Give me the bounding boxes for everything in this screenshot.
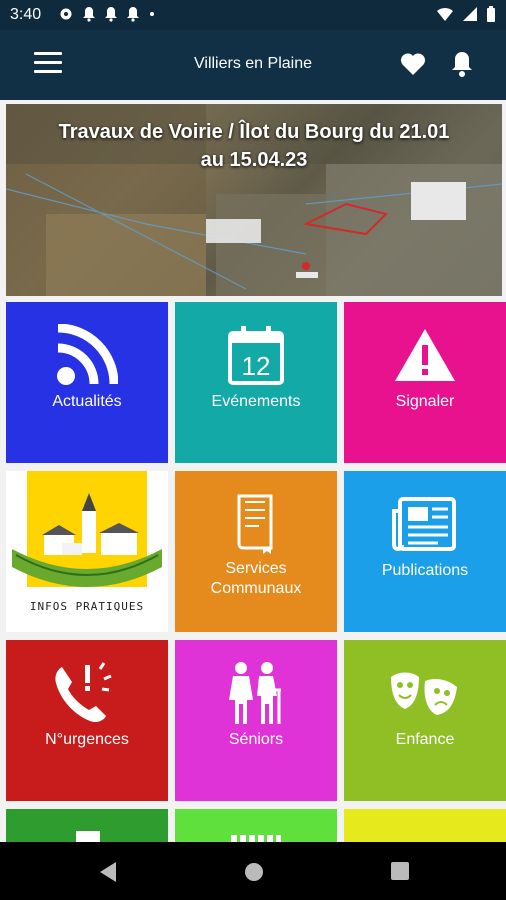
bell-icon[interactable] (450, 50, 474, 78)
tile-seniors-label: Séniors (228, 731, 284, 748)
tile-evenements[interactable]: 12 Evénements (175, 302, 337, 463)
heart-icon[interactable] (400, 52, 426, 76)
tile-row4-3[interactable] (344, 809, 506, 842)
svg-text:12: 12 (242, 351, 271, 381)
tile-signaler-label: Signaler (395, 393, 455, 410)
system-nav-bar (0, 842, 506, 900)
status-time: 3:40 (10, 6, 42, 23)
tile-infos-label: INFOS PRATIQUES (29, 600, 145, 613)
bell-icon (105, 7, 117, 22)
wifi-icon (437, 7, 453, 21)
news-banner[interactable]: Travaux de Voirie / Îlot du Bourg du 21.… (6, 104, 502, 296)
app-bar: Villiers en Plaine (0, 30, 506, 100)
newspaper-icon (392, 497, 456, 551)
tile-enfance-label: Enfance (395, 731, 455, 748)
tile-services-label-2: Communaux (210, 580, 302, 597)
book-icon (237, 494, 273, 554)
tile-publications[interactable]: Publications (344, 471, 506, 632)
tile-row4-1[interactable] (6, 809, 168, 842)
dot-icon (150, 12, 154, 16)
tile-row4-2-icon (231, 835, 281, 842)
bell-icon (127, 7, 139, 22)
banner-title: Travaux de Voirie / Îlot du Bourg du 21.… (58, 121, 450, 171)
tile-evenements-label: Evénements (211, 393, 301, 410)
bell-icon (83, 7, 95, 22)
tile-services-communaux[interactable]: Services Communaux (175, 471, 337, 632)
signal-icon (463, 7, 477, 21)
settings-icon (60, 8, 72, 20)
tile-row4-1-icon (76, 831, 100, 842)
tile-infos-pratiques[interactable]: INFOS PRATIQUES (6, 471, 168, 632)
phone-alert-icon (55, 662, 112, 723)
tile-seniors[interactable]: Séniors (175, 640, 337, 801)
tile-row4-2[interactable] (175, 809, 337, 842)
calendar-icon: 12 (228, 326, 284, 385)
tile-services-label: Services (225, 560, 287, 577)
rss-icon (57, 324, 118, 385)
home-icon[interactable] (243, 861, 265, 883)
back-icon[interactable] (98, 861, 118, 883)
tile-signaler[interactable]: Signaler (344, 302, 506, 463)
battery-icon (487, 6, 495, 22)
masks-icon (391, 672, 457, 715)
tile-urgences[interactable]: N°urgences (6, 640, 168, 801)
status-bar: 3:40 (0, 0, 506, 30)
app-title: Villiers en Plaine (194, 55, 312, 72)
tile-publications-label: Publications (381, 562, 469, 579)
tile-actualites[interactable]: Actualités (6, 302, 168, 463)
recents-icon[interactable] (390, 861, 410, 881)
tile-enfance[interactable]: Enfance (344, 640, 506, 801)
warning-icon (395, 329, 455, 381)
tile-actualites-label: Actualités (52, 393, 122, 410)
tile-urgences-label: N°urgences (45, 731, 129, 748)
seniors-icon (229, 662, 281, 724)
